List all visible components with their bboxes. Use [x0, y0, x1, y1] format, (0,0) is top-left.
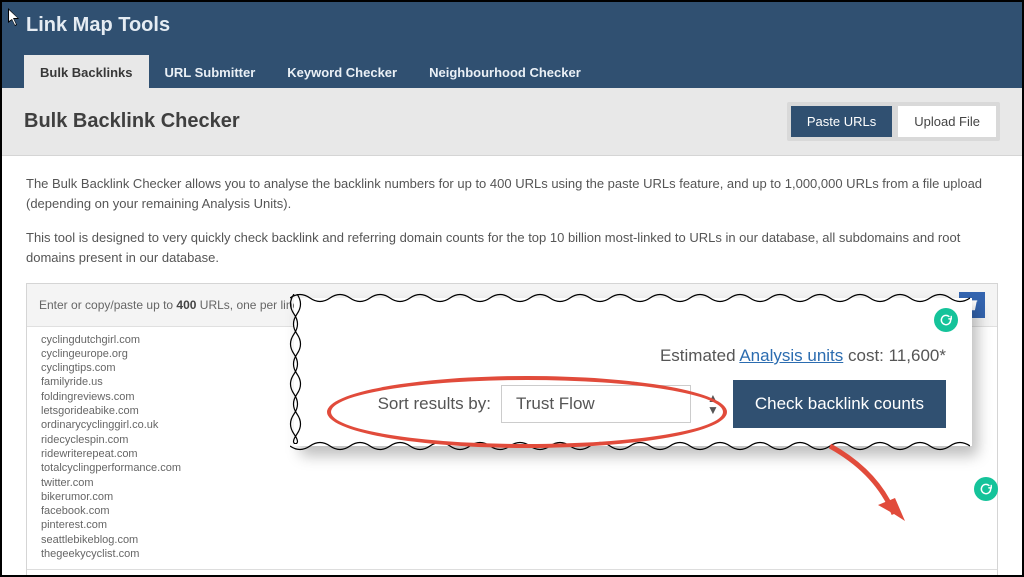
tab-bulk-backlinks[interactable]: Bulk Backlinks — [24, 55, 149, 88]
url-line: familyride.us — [41, 375, 983, 389]
app-header: Link Map Tools Bulk Backlinks URL Submit… — [2, 2, 1022, 88]
mode-button-group: Paste URLs Upload File — [787, 102, 1000, 141]
url-panel: Enter or copy/paste up to 400 URLs, one … — [26, 283, 998, 577]
url-line: bikerumor.com — [41, 490, 983, 504]
page-subheader: Bulk Backlink Checker Paste URLs Upload … — [2, 88, 1022, 156]
panel-instruction: Enter or copy/paste up to 400 URLs, one … — [39, 298, 381, 312]
panel-header: Enter or copy/paste up to 400 URLs, one … — [27, 284, 997, 327]
upload-file-button[interactable]: Upload File — [898, 106, 996, 137]
import-bucket-group: Import from Bucket — [850, 292, 985, 318]
url-line: thegeekycyclist.com — [41, 547, 983, 561]
app-title: Link Map Tools — [26, 14, 1008, 37]
url-line: totalcyclingperformance.com — [41, 461, 983, 475]
url-line: twitter.com — [41, 476, 983, 490]
url-line: ridewriterepeat.com — [41, 447, 983, 461]
url-line: cyclingdutchgirl.com — [41, 333, 983, 347]
url-line: ordinarycyclinggirl.co.uk — [41, 418, 983, 432]
upload-link[interactable]: upload — [323, 298, 359, 312]
url-line: seattlebikeblog.com — [41, 533, 983, 547]
grammarly-icon — [974, 477, 998, 501]
url-textarea[interactable]: cyclingdutchgirl.com cyclingeurope.org c… — [27, 327, 997, 570]
main-content: The Bulk Backlink Checker allows you to … — [2, 156, 1022, 577]
url-line: foldingreviews.com — [41, 390, 983, 404]
paste-urls-button[interactable]: Paste URLs — [791, 106, 892, 137]
intro-paragraph-1: The Bulk Backlink Checker allows you to … — [26, 174, 998, 214]
bucket-icon — [965, 298, 979, 312]
panel-instruction-mid: URLs, one per line. Or — [196, 298, 322, 312]
panel-instruction-pre: Enter or copy/paste up to — [39, 298, 176, 312]
import-bucket-label: Import from Bucket — [850, 298, 951, 312]
url-line: pinterest.com — [41, 518, 983, 532]
main-tabs: Bulk Backlinks URL Submitter Keyword Che… — [24, 55, 1008, 88]
intro-paragraph-2: This tool is designed to very quickly ch… — [26, 228, 998, 268]
tab-neighbourhood-checker[interactable]: Neighbourhood Checker — [413, 55, 597, 88]
panel-instruction-count: 400 — [176, 298, 196, 312]
bucket-icon-button[interactable] — [959, 292, 985, 318]
page-title: Bulk Backlink Checker — [24, 110, 240, 133]
panel-instruction-post: file. — [359, 298, 381, 312]
url-line: letsgorideabike.com — [41, 404, 983, 418]
url-line: ridecyclespin.com — [41, 433, 983, 447]
url-line: cyclingeurope.org — [41, 347, 983, 361]
panel-row-options: Also submit URLs to the Majestic crawler… — [27, 569, 997, 577]
app-window: Link Map Tools Bulk Backlinks URL Submit… — [0, 0, 1024, 577]
tab-keyword-checker[interactable]: Keyword Checker — [271, 55, 413, 88]
tab-url-submitter[interactable]: URL Submitter — [149, 55, 272, 88]
url-line: cyclingtips.com — [41, 361, 983, 375]
url-line: facebook.com — [41, 504, 983, 518]
